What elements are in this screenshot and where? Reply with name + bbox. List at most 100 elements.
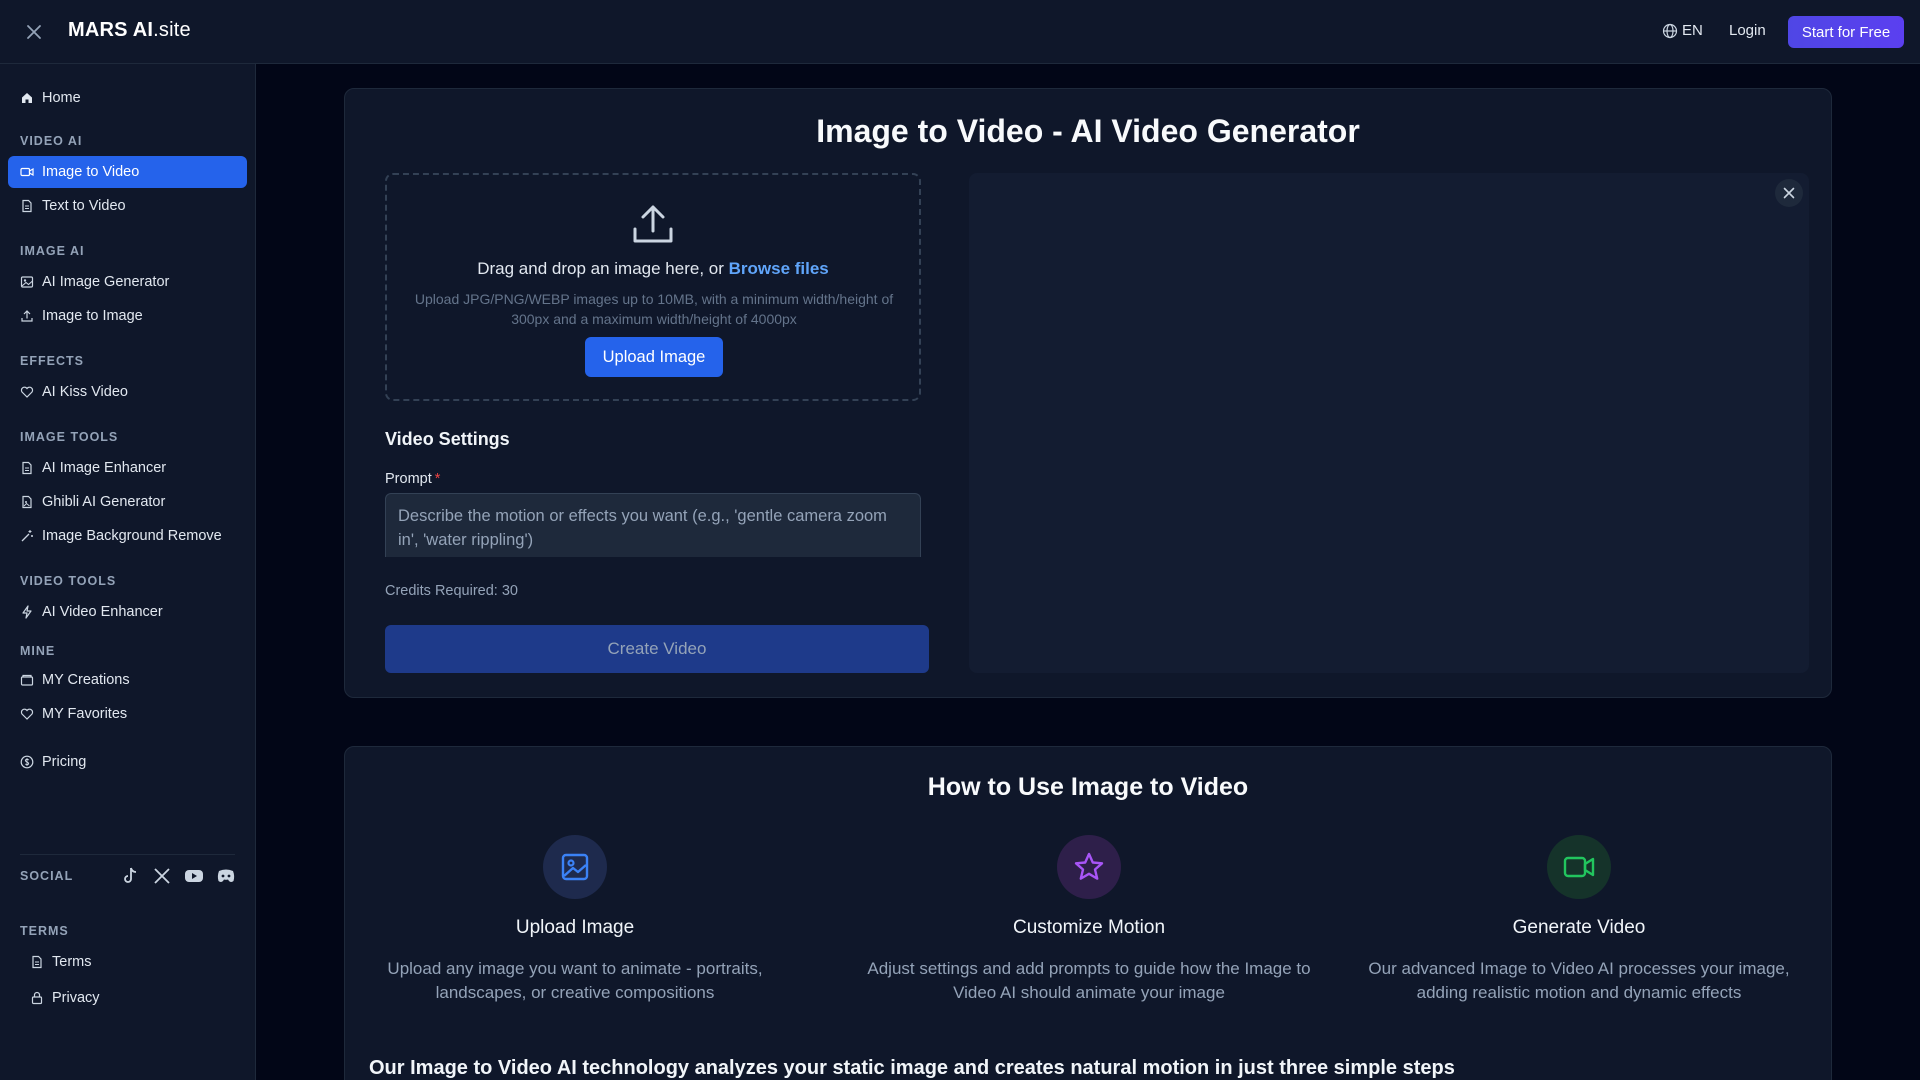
section-label-image-tools: IMAGE TOOLS — [20, 430, 119, 444]
sidebar-item-image-background-remove[interactable]: Image Background Remove — [8, 520, 247, 552]
prompt-field[interactable] — [385, 493, 921, 557]
browse-files-link[interactable]: Browse files — [729, 259, 829, 278]
image-icon — [20, 276, 34, 288]
sidebar-item-pricing[interactable]: Pricing — [8, 746, 247, 778]
home-icon — [22, 93, 32, 103]
page-title: Image to Video - AI Video Generator — [816, 113, 1360, 149]
upload-requirements: Upload JPG/PNG/WEBP images up to 10MB, w… — [414, 291, 894, 327]
sidebar-item-home[interactable]: Home — [8, 82, 247, 114]
close-preview-button[interactable] — [1775, 179, 1803, 207]
sidebar-item-text-to-video[interactable]: Text to Video — [8, 190, 247, 222]
sidebar-item-terms[interactable]: Terms — [30, 948, 91, 976]
video-icon — [20, 167, 34, 177]
step-customize-motion: Customize Motion Adjust settings and add… — [859, 835, 1319, 1005]
how-to-title: How to Use Image to Video — [927, 773, 1249, 801]
sidebar-item-label: Image to Video — [42, 164, 140, 180]
sidebar-item-label: Terms — [52, 954, 92, 970]
file-image-icon — [22, 495, 32, 509]
dollar-icon — [20, 755, 34, 769]
sidebar-item-ai-image-generator[interactable]: AI Image Generator — [8, 266, 247, 298]
sidebar-item-privacy[interactable]: Privacy — [30, 984, 100, 1012]
section-label-mine: MINE — [20, 644, 56, 658]
globe-icon — [1662, 23, 1678, 38]
section-label-social: SOCIAL — [20, 869, 74, 883]
login-link[interactable]: Login — [1729, 22, 1766, 39]
sidebar-item-label: Pricing — [42, 754, 87, 770]
image-dropzone[interactable]: Drag and drop an image here, or Browse f… — [385, 173, 921, 401]
divider — [20, 854, 235, 855]
close-icon — [1783, 187, 1795, 199]
sidebar-item-image-to-video[interactable]: Image to Video — [8, 156, 247, 188]
section-label-effects: EFFECTS — [20, 354, 84, 368]
video-camera-icon — [1547, 835, 1611, 899]
sidebar-item-ai-video-enhancer[interactable]: AI Video Enhancer — [8, 596, 247, 628]
sidebar-item-label: Image to Image — [42, 308, 143, 324]
social-links — [120, 866, 236, 886]
language-label: EN — [1682, 22, 1703, 39]
language-selector[interactable]: EN — [1662, 22, 1703, 39]
magic-wand-icon — [21, 530, 33, 542]
image-icon — [543, 835, 607, 899]
sidebar-item-my-favorites[interactable]: MY Favorites — [8, 698, 247, 730]
sidebar-item-label: AI Image Generator — [42, 274, 170, 290]
document-icon — [32, 955, 42, 969]
section-label-terms: TERMS — [20, 924, 69, 938]
heart-icon — [20, 386, 34, 398]
step-description: Adjust settings and add prompts to guide… — [867, 959, 1311, 1002]
sidebar-item-label: AI Kiss Video — [42, 384, 128, 400]
document-icon — [22, 199, 32, 213]
prompt-input[interactable] — [398, 504, 908, 557]
dropzone-text: Drag and drop an image here, or Browse f… — [387, 259, 919, 279]
brand-suffix: .site — [153, 19, 191, 41]
video-settings-heading: Video Settings — [385, 429, 510, 449]
sidebar-item-label: Ghibli AI Generator — [42, 494, 166, 510]
section-label-video-ai: VIDEO AI — [20, 134, 83, 148]
sidebar-item-image-to-image[interactable]: Image to Image — [8, 300, 247, 332]
create-video-button[interactable]: Create Video — [385, 625, 929, 673]
step-generate-video: Generate Video Our advanced Image to Vid… — [1349, 835, 1809, 1005]
sidebar-item-ghibli-ai-generator[interactable]: Ghibli AI Generator — [8, 486, 247, 518]
tiktok-icon[interactable] — [120, 866, 140, 886]
brand-name: MARS AI — [68, 19, 154, 41]
step-title: Upload Image — [515, 917, 635, 938]
generator-card: Image to Video - AI Video Generator Drag… — [344, 88, 1832, 698]
sidebar-item-label: Privacy — [52, 990, 100, 1006]
sidebar-item-label: MY Favorites — [42, 706, 128, 722]
x-icon[interactable] — [152, 866, 172, 886]
prompt-label: Prompt * — [385, 471, 440, 487]
credits-required: Credits Required: 30 — [385, 583, 518, 599]
required-marker: * — [434, 471, 441, 487]
sidebar-item-my-creations[interactable]: MY Creations — [8, 664, 247, 696]
upload-icon — [21, 310, 33, 322]
technology-summary: Our Image to Video AI technology analyze… — [369, 1057, 1455, 1079]
top-bar: MARS AI.site EN Login Start for Free — [0, 0, 1920, 64]
heart-icon — [20, 708, 34, 720]
discord-icon[interactable] — [216, 866, 236, 886]
step-title: Generate Video — [1512, 917, 1646, 938]
sidebar-item-ai-image-enhancer[interactable]: AI Image Enhancer — [8, 452, 247, 484]
sidebar-item-label: Image Background Remove — [42, 528, 222, 544]
upload-image-button[interactable]: Upload Image — [585, 337, 723, 377]
section-label-image-ai: IMAGE AI — [20, 244, 85, 258]
youtube-icon[interactable] — [184, 866, 204, 886]
how-to-card: How to Use Image to Video Upload Image U… — [344, 746, 1832, 1080]
sidebar-item-label: Text to Video — [42, 198, 126, 214]
step-upload-image: Upload Image Upload any image you want t… — [345, 835, 805, 1005]
step-title: Customize Motion — [1012, 917, 1166, 938]
section-label-video-tools: VIDEO TOOLS — [20, 574, 117, 588]
sidebar-item-ai-kiss-video[interactable]: AI Kiss Video — [8, 376, 247, 408]
brand-logo[interactable]: MARS AI.site — [68, 19, 191, 42]
sidebar-item-label: AI Image Enhancer — [42, 460, 167, 476]
folder-icon — [20, 674, 34, 686]
document-icon — [22, 461, 32, 475]
lightning-icon — [22, 605, 32, 619]
close-menu-icon[interactable] — [22, 20, 46, 44]
prompt-label-text: Prompt — [385, 471, 432, 487]
video-preview-panel — [969, 173, 1809, 673]
sidebar-item-label: MY Creations — [42, 672, 130, 688]
star-icon — [1057, 835, 1121, 899]
sidebar: Home VIDEO AI Image to Video Text to Vid… — [0, 64, 256, 1080]
upload-icon — [633, 205, 673, 243]
sidebar-item-label: AI Video Enhancer — [42, 604, 163, 620]
start-for-free-button[interactable]: Start for Free — [1788, 16, 1904, 48]
